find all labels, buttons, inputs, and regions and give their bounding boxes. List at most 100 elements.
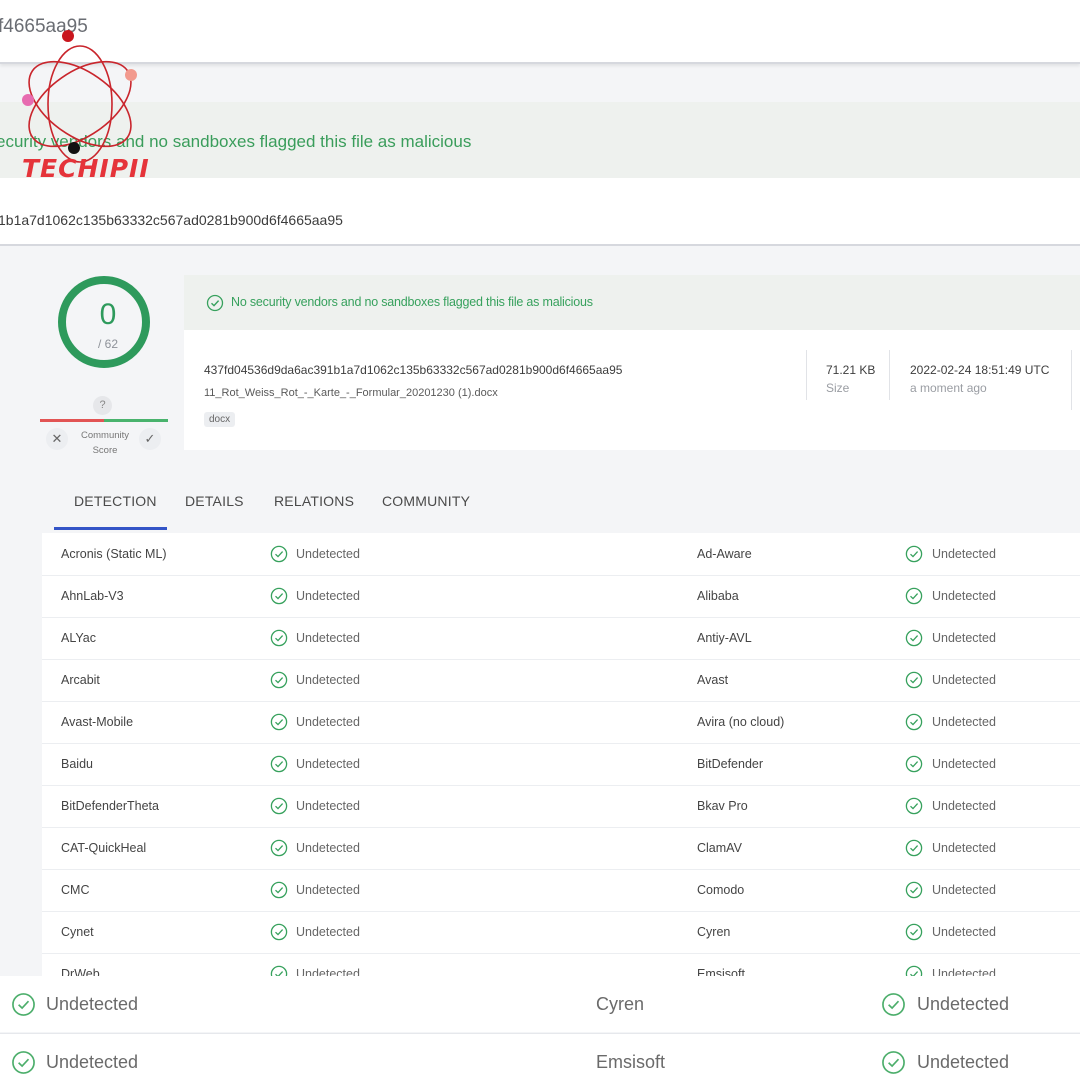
- vendor-name: CAT-QuickHeal: [61, 841, 147, 855]
- detection-result: Undetected: [296, 631, 360, 645]
- detection-result: Undetected: [296, 841, 360, 855]
- detection-result: Undetected: [932, 925, 996, 939]
- detection-result: Undetected: [296, 883, 360, 897]
- vendor-name: ALYac: [61, 631, 96, 645]
- divider: [806, 350, 807, 400]
- table-row: CAT-QuickHeal Undetected ClamAV Undetected: [42, 827, 1080, 870]
- check-circle-icon: [905, 881, 923, 904]
- vote-malicious-button[interactable]: ✕: [46, 428, 68, 450]
- vendor-name: Ad-Aware: [697, 547, 752, 561]
- detection-panel: DETECTION DETAILS RELATIONS COMMUNITY Ac…: [42, 476, 1080, 1016]
- vendor-name: BitDefender: [697, 757, 764, 771]
- detection-total: / 62: [97, 337, 118, 351]
- check-circle-icon: [881, 1050, 906, 1080]
- tab-community[interactable]: COMMUNITY: [382, 493, 470, 509]
- scan-date-value: 2022-02-24 18:51:49 UTC: [910, 363, 1050, 377]
- check-circle-icon: [905, 797, 923, 820]
- file-size-value: 71.21 KB: [826, 363, 876, 377]
- check-circle-icon: [270, 713, 288, 736]
- check-circle-icon: [905, 839, 923, 862]
- search-bar[interactable]: f4665aa95: [0, 0, 1080, 64]
- detection-result: Undetected: [932, 589, 996, 603]
- detection-result: Undetected: [917, 1052, 1010, 1072]
- detection-result: Undetected: [932, 799, 996, 813]
- check-circle-icon: [270, 545, 288, 568]
- vendor-name: Cyren: [596, 994, 645, 1014]
- detection-result: Undetected: [296, 799, 360, 813]
- table-row: Baidu Undetected BitDefender Undetected: [42, 743, 1080, 786]
- scan-status-text: No security vendors and no sandboxes fla…: [231, 295, 593, 309]
- detection-result: Undetected: [932, 883, 996, 897]
- vendor-name: Avast-Mobile: [61, 715, 134, 729]
- vendor-name: Bkav Pro: [697, 799, 748, 813]
- check-circle-icon: [270, 671, 288, 694]
- hash-row-zoomed: 1b1a7d1062c135b63332c567ad0281b900d6f466…: [0, 178, 1080, 246]
- vendor-name: Avast: [697, 673, 729, 687]
- vendor-name: CMC: [61, 883, 90, 897]
- check-circle-icon: [905, 587, 923, 610]
- community-score-label: Community Score: [80, 430, 130, 456]
- detection-result: Undetected: [296, 673, 360, 687]
- vendor-name: Emsisoft: [596, 1052, 666, 1072]
- detection-result: Undetected: [932, 673, 996, 687]
- vote-harmless-button[interactable]: ✓: [139, 428, 161, 450]
- file-size-label: Size: [826, 381, 850, 395]
- check-circle-icon: [270, 755, 288, 778]
- detection-result: Undetected: [932, 631, 996, 645]
- vendor-name: Comodo: [697, 883, 745, 897]
- table-row: BitDefenderTheta Undetected Bkav Pro Undete…: [42, 785, 1080, 828]
- detection-result: Undetected: [932, 715, 996, 729]
- vendor-name: AhnLab-V3: [61, 589, 124, 603]
- check-circle-icon: [270, 923, 288, 946]
- zoomed-table-row: Undetected Emsisoft Undetected: [0, 1034, 1080, 1090]
- file-sha256[interactable]: 437fd04536d9da6ac391b1a7d1062c135b63332c…: [204, 363, 622, 377]
- hash-zoomed-text: 1b1a7d1062c135b63332c567ad0281b900d6f466…: [0, 212, 343, 228]
- detection-score-card: 0 / 62 ? ✕ Community Score ✓: [38, 262, 178, 457]
- check-circle-icon: [270, 629, 288, 652]
- check-circle-icon: [905, 755, 923, 778]
- active-tab-indicator: [54, 527, 167, 530]
- vendor-name: Alibaba: [697, 589, 739, 603]
- zoomed-table-row: Undetected Cyren Undetected: [0, 976, 1080, 1032]
- check-circle-icon: [905, 545, 923, 568]
- vendor-name: Arcabit: [61, 673, 100, 687]
- detection-result: Undetected: [296, 547, 360, 561]
- table-row: CMC Undetected Comodo Undetected: [42, 869, 1080, 912]
- vendor-name: Cyren: [697, 925, 731, 939]
- scan-date-label: a moment ago: [910, 381, 987, 395]
- check-circle-icon: [206, 294, 224, 312]
- detection-result: Undetected: [296, 589, 360, 603]
- detection-result: Undetected: [296, 925, 360, 939]
- community-score-bar: [40, 419, 168, 422]
- table-row: Arcabit Undetected Avast Undetected: [42, 659, 1080, 702]
- file-type-tag[interactable]: docx: [204, 412, 236, 427]
- detection-result: Undetected: [932, 841, 996, 855]
- tab-relations[interactable]: RELATIONS: [274, 493, 354, 509]
- check-circle-icon: [11, 992, 36, 1022]
- table-row: ALYac Undetected Antiy-AVL Undetected: [42, 617, 1080, 660]
- table-row: AhnLab-V3 Undetected Alibaba Undetected: [42, 575, 1080, 618]
- detection-result: Undetected: [932, 547, 996, 561]
- check-circle-icon: [881, 992, 906, 1022]
- check-circle-icon: [270, 881, 288, 904]
- check-circle-icon: [905, 713, 923, 736]
- check-circle-icon: [905, 629, 923, 652]
- check-circle-icon: [270, 839, 288, 862]
- vendor-name: Antiy-AVL: [697, 631, 752, 645]
- table-row: Cynet Undetected Cyren Undetected: [42, 911, 1080, 954]
- vendor-name: ClamAV: [697, 841, 742, 855]
- tab-details[interactable]: DETAILS: [185, 493, 244, 509]
- check-circle-icon: [270, 797, 288, 820]
- table-row: Avast-Mobile Undetected Avira (no cloud) Un…: [42, 701, 1080, 744]
- scan-status-banner: No security vendors and no sandboxes fla…: [184, 275, 1080, 330]
- vendor-name: Acronis (Static ML): [61, 547, 167, 561]
- check-circle-icon: [270, 587, 288, 610]
- tab-detection[interactable]: DETECTION: [74, 493, 157, 509]
- detection-count: 0: [99, 298, 117, 331]
- file-name: 11_Rot_Weiss_Rot_-_Karte_-_Formular_2020…: [204, 387, 498, 399]
- file-info-panel: 437fd04536d9da6ac391b1a7d1062c135b63332c…: [184, 330, 1080, 450]
- divider: [1071, 350, 1072, 410]
- divider: [0, 1033, 1080, 1034]
- community-score-help-icon[interactable]: ?: [93, 396, 112, 415]
- techipii-watermark-text: TECHIPII: [22, 154, 150, 183]
